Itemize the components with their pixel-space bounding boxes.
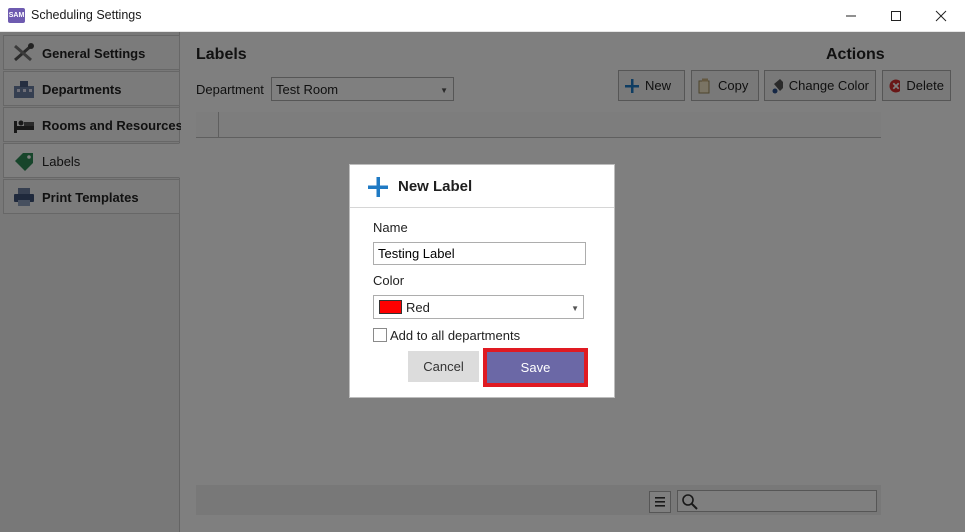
close-icon xyxy=(935,10,947,22)
add-to-all-departments-checkbox[interactable] xyxy=(373,328,387,342)
minimize-icon xyxy=(846,15,856,17)
name-input[interactable] xyxy=(373,242,586,265)
minimize-button[interactable] xyxy=(828,0,874,32)
color-swatch xyxy=(379,300,402,314)
name-label: Name xyxy=(373,220,408,235)
cancel-button[interactable]: Cancel xyxy=(408,351,479,382)
maximize-icon xyxy=(891,11,901,21)
maximize-button[interactable] xyxy=(873,0,919,32)
close-button[interactable] xyxy=(918,0,964,32)
dialog-title: New Label xyxy=(398,178,473,195)
app-icon: SAM xyxy=(8,8,25,23)
color-select[interactable]: Red ▼ xyxy=(373,295,584,319)
color-label: Color xyxy=(373,273,405,288)
add-to-all-departments-label: Add to all departments xyxy=(390,328,521,343)
save-button[interactable]: Save xyxy=(487,352,584,383)
title-bar: SAM Scheduling Settings xyxy=(0,0,965,32)
plus-icon xyxy=(368,177,388,197)
dialog-header: New Label xyxy=(350,165,614,208)
chevron-down-icon: ▼ xyxy=(571,304,579,313)
window-title: Scheduling Settings xyxy=(31,8,142,22)
new-label-dialog: New Label Name Color Red ▼ Add to all de… xyxy=(349,164,615,398)
color-value: Red xyxy=(406,300,430,315)
